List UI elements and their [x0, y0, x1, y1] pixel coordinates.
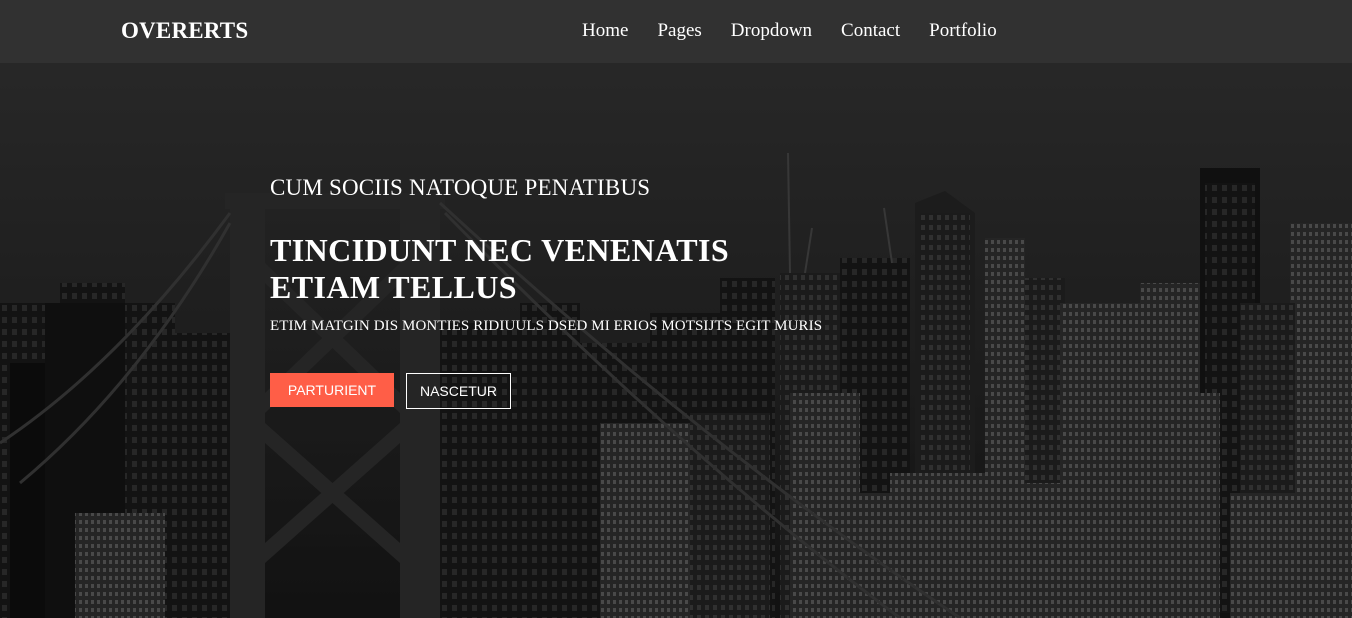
brand-logo[interactable]: OVERERTS	[121, 18, 248, 44]
hero-subtitle: ETIM MATGIN DIS MONTIES RIDIUULS DSED MI…	[270, 318, 823, 334]
nav-item-dropdown[interactable]: Dropdown	[731, 20, 812, 42]
hero-title-line2: ETIAM TELLUS	[270, 269, 517, 305]
nav-item-contact[interactable]: Contact	[841, 20, 900, 42]
hero-title: TINCIDUNT NEC VENENATIS ETIAM TELLUS	[270, 232, 822, 306]
parturient-button[interactable]: PARTURIENT	[270, 373, 394, 407]
nav-item-portfolio[interactable]: Portfolio	[929, 20, 997, 42]
hero-buttons: PARTURIENT NASCETUR	[270, 373, 822, 409]
navbar: OVERERTS Home Pages Dropdown Contact Por…	[0, 0, 1352, 63]
main-nav: Home Pages Dropdown Contact Portfolio	[582, 20, 1026, 42]
hero-title-line1: TINCIDUNT NEC VENENATIS	[270, 232, 730, 268]
hero-section: CUM SOCIIS NATOQUE PENATIBUS TINCIDUNT N…	[0, 63, 1352, 618]
nascetur-button[interactable]: NASCETUR	[406, 373, 511, 409]
nav-item-home[interactable]: Home	[582, 20, 628, 42]
hero-kicker: CUM SOCIIS NATOQUE PENATIBUS	[270, 175, 651, 200]
page: OVERERTS Home Pages Dropdown Contact Por…	[0, 0, 1352, 618]
nav-item-pages[interactable]: Pages	[657, 20, 701, 42]
hero-content: CUM SOCIIS NATOQUE PENATIBUS TINCIDUNT N…	[270, 176, 822, 409]
